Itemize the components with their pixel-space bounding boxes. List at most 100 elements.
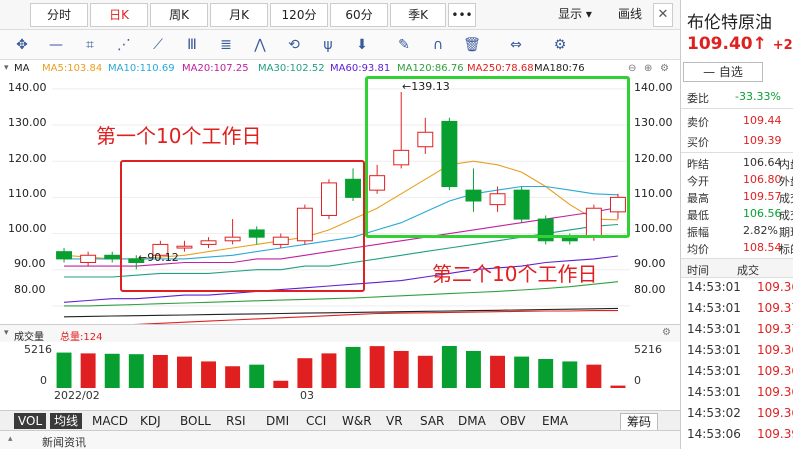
trash-icon[interactable]: 🗑 <box>462 35 482 55</box>
add-icon[interactable]: ⊕ <box>644 63 652 74</box>
pitchfork-icon[interactable]: ψ <box>318 35 338 55</box>
axis-tick: 90.00 <box>14 257 46 270</box>
high-price-label: 139.13 <box>411 80 450 93</box>
add-watchlist-button[interactable]: — 自选 <box>683 62 763 82</box>
low-price-marker: ←90.12 <box>138 251 179 264</box>
indicator-tab[interactable]: DMA <box>458 413 486 429</box>
tab-60min[interactable]: 60分 <box>330 3 388 27</box>
indicator-tab[interactable]: BOLL <box>180 413 211 429</box>
chevron-down-icon: ▾ <box>585 7 592 21</box>
candle-body <box>104 254 121 260</box>
stat-label: 今开 <box>687 175 709 188</box>
indicator-tab[interactable]: DMI <box>266 413 289 429</box>
stat-row: 最高 109.57成交 <box>687 190 793 206</box>
trades-header: 时间 成交 <box>681 258 793 278</box>
axis-tick: 80.00 <box>14 283 46 296</box>
price-axis-right: 140.00 130.00 120.00 110.00 100.00 90.00… <box>632 78 680 324</box>
indicator-tab[interactable]: OBV <box>500 413 526 429</box>
axis-tick: 80.00 <box>634 283 666 296</box>
indicator-tab[interactable]: 均线 <box>50 413 83 429</box>
drawing-toolbar: ✥ — ⌗ ⋰ ⟋ Ⅲ ≣ ⋀ ⟲ ψ ⬇ ✎ ∩ 🗑 ⇔ ⚙ <box>0 30 680 60</box>
chevron-down-icon[interactable]: ▾ <box>4 328 9 338</box>
indicator-tab[interactable]: KDJ <box>140 413 161 429</box>
trade-time: 14:53:01 <box>687 364 741 378</box>
trade-row: 14:53:01 109.36 <box>687 343 793 357</box>
wave-icon[interactable]: ⋀ <box>250 35 270 55</box>
axis-tick: 90.00 <box>634 257 666 270</box>
indicator-tab[interactable]: VR <box>386 413 403 429</box>
draw-line-button[interactable]: 画线 <box>610 3 650 27</box>
crop-icon[interactable]: ⌗ <box>80 35 100 55</box>
candle-body <box>80 254 97 264</box>
tab-intraday[interactable]: 分时 <box>30 3 88 27</box>
volume-bar <box>56 352 72 388</box>
tab-120min[interactable]: 120分 <box>270 3 328 27</box>
news-tab[interactable]: 新闻资讯 <box>42 434 86 450</box>
stat-row: 今开 106.80外盘 <box>687 173 793 189</box>
tab-daily-k[interactable]: 日K <box>90 3 148 27</box>
stat-value: 106.80 <box>743 173 782 186</box>
tab-quarterly-k[interactable]: 季K <box>390 3 446 27</box>
collapse-icon[interactable]: ⊖ <box>628 63 636 74</box>
stat-extra: 成交 <box>779 209 793 222</box>
volume-chart[interactable] <box>52 342 630 388</box>
chevron-up-icon[interactable]: ▴ <box>8 434 13 444</box>
brush-icon[interactable]: ✎ <box>394 35 414 55</box>
parallel-lines-icon[interactable]: Ⅲ <box>182 35 202 55</box>
chevron-down-icon[interactable]: ▾ <box>4 63 9 73</box>
axis-tick: 100.00 <box>8 222 47 235</box>
volume-bar <box>201 361 217 388</box>
indicator-tab[interactable]: VOL <box>14 413 47 429</box>
ma-legend-item: MA180:76 <box>534 63 585 74</box>
fan-lines-icon[interactable]: ⋰ <box>114 35 134 55</box>
indicator-tab[interactable]: SAR <box>420 413 444 429</box>
trade-time: 14:53:02 <box>687 406 741 420</box>
indicator-tab[interactable]: CCI <box>306 413 326 429</box>
buy-label: 买价 <box>687 136 709 149</box>
tab-weekly-k[interactable]: 周K <box>150 3 208 27</box>
trade-price: 109.36 <box>757 406 793 420</box>
chips-button[interactable]: 筹码 <box>620 413 659 431</box>
axis-tick: 110.00 <box>8 187 47 200</box>
settings-gear-icon[interactable]: ⚙ <box>660 63 669 74</box>
sell-value: 109.44 <box>743 114 782 127</box>
volume-bar <box>152 354 168 388</box>
x-axis-label: 2022/02 <box>54 389 100 402</box>
display-dropdown[interactable]: 显示 ▾ <box>545 3 605 27</box>
axis-tick: 120.00 <box>8 152 47 165</box>
stat-extra: 外盘 <box>779 175 793 188</box>
settings-gear-icon[interactable]: ⚙ <box>550 35 570 55</box>
arrow-down-icon[interactable]: ⬇ <box>352 35 372 55</box>
indicator-tab[interactable]: MACD <box>92 413 128 429</box>
expand-icon[interactable]: ⇔ <box>506 35 526 55</box>
trade-time: 14:53:01 <box>687 280 741 294</box>
close-icon[interactable]: ✕ <box>653 3 673 27</box>
more-tabs-button[interactable]: ••• <box>448 3 476 27</box>
indicator-tab[interactable]: EMA <box>542 413 568 429</box>
stat-value: 106.56 <box>743 207 782 220</box>
trades-deal-header: 成交 <box>737 264 759 277</box>
quote-panel: 布伦特原油 109.40↑ +2 — 自选 委比 -33.33% 卖价 109.44… <box>680 0 793 449</box>
volume-bar <box>249 364 265 388</box>
indicator-tab[interactable]: RSI <box>226 413 246 429</box>
divider <box>681 108 793 109</box>
volume-header: ▾ 成交量 总量:124 ⚙ <box>0 324 680 343</box>
fibonacci-icon[interactable]: ≣ <box>216 35 236 55</box>
ma-legend-item: MA30:102.52 <box>258 63 325 74</box>
ma-legend-item: MA5:103.84 <box>42 63 103 74</box>
magnet-icon[interactable]: ∩ <box>428 35 448 55</box>
trade-row: 14:53:01 109.37 <box>687 301 793 315</box>
settings-gear-icon[interactable]: ⚙ <box>662 327 671 338</box>
volume-bar <box>441 346 457 388</box>
cycle-icon[interactable]: ⟲ <box>284 35 304 55</box>
trend-line-icon[interactable]: ⟋ <box>148 35 168 55</box>
tab-monthly-k[interactable]: 月K <box>210 3 268 27</box>
trade-row: 14:53:02 109.36 <box>687 406 793 420</box>
candle-body <box>56 251 73 260</box>
stat-value: 106.64 <box>743 156 782 169</box>
horizontal-line-icon[interactable]: — <box>46 35 66 55</box>
crosshair-icon[interactable]: ✥ <box>12 35 32 55</box>
indicator-tab[interactable]: W&R <box>342 413 372 429</box>
news-bar: ▴ 新闻资讯 <box>0 430 680 449</box>
trade-price: 109.36 <box>757 280 793 294</box>
